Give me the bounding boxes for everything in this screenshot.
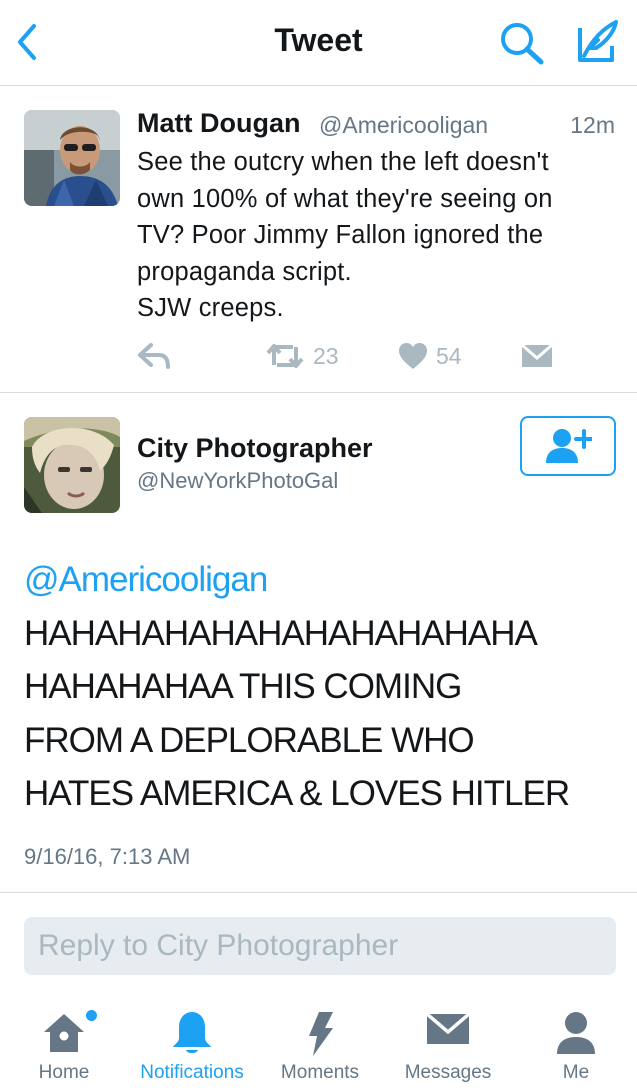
like-count: 54 (436, 342, 462, 369)
tweet-date: 9/16/16, 7:13 AM (24, 844, 191, 869)
tab-bar: Home Notifications Moments Messages Me (0, 1000, 637, 1092)
tab-label: Moments (280, 1062, 360, 1083)
tweet-body: HAHAHAHAHAHAHAHAHAHAHA HAHAHAHAA THIS CO… (24, 613, 570, 814)
envelope-icon (426, 1012, 470, 1044)
tab-messages[interactable]: Messages (394, 1000, 502, 1092)
retweet-button[interactable]: 23 (265, 336, 339, 376)
author-name[interactable]: City Photographer (137, 433, 373, 464)
search-button[interactable] (498, 20, 546, 66)
tab-label: Messages (404, 1062, 492, 1083)
author-name[interactable]: Matt Dougan (137, 108, 300, 139)
compose-button[interactable] (570, 18, 622, 66)
home-icon (44, 1014, 84, 1052)
mention-link[interactable]: @Americooligan (24, 553, 624, 607)
back-button[interactable] (8, 20, 48, 64)
heart-icon (399, 343, 427, 369)
like-button[interactable]: 54 (398, 336, 462, 376)
tweet-timestamp: 12m (570, 112, 615, 138)
direct-message-button[interactable] (521, 336, 553, 376)
author-handle[interactable]: @NewYorkPhotoGal (137, 468, 338, 494)
notification-dot (86, 1010, 97, 1021)
avatar[interactable] (24, 110, 120, 206)
search-icon (501, 23, 544, 65)
person-icon (557, 1012, 595, 1054)
parent-tweet[interactable]: Matt Dougan @Americooligan 12m See the o… (0, 86, 637, 393)
follow-button[interactable] (520, 416, 616, 476)
lightning-icon (309, 1012, 333, 1056)
tweet-actions: 23 54 (137, 336, 577, 376)
tweet-text: See the outcry when the left doesn't own… (137, 148, 553, 322)
retweet-count: 23 (313, 342, 339, 369)
tweet-text: @Americooligan HAHAHAHAHAHAHAHAHAHAHA HA… (24, 553, 624, 821)
tab-moments[interactable]: Moments (272, 1000, 368, 1092)
bell-icon (173, 1012, 211, 1053)
reply-button[interactable] (137, 336, 171, 376)
tab-label: Me (562, 1062, 590, 1083)
tab-label: Notifications (140, 1062, 244, 1083)
direct-message-icon (521, 343, 553, 367)
tab-label: Home (38, 1062, 90, 1083)
author-handle[interactable]: @Americooligan (319, 112, 488, 139)
tab-me[interactable]: Me (536, 1000, 616, 1092)
follow-user-icon (546, 429, 592, 463)
navigation-bar: Tweet (0, 0, 637, 86)
reply-icon (138, 343, 170, 369)
tab-notifications[interactable]: Notifications (128, 1000, 256, 1092)
reply-input[interactable]: Reply to City Photographer (24, 917, 616, 975)
reply-placeholder: Reply to City Photographer (38, 929, 399, 962)
chevron-left-icon (18, 24, 36, 60)
compose-quill-icon (578, 20, 618, 62)
focused-tweet: City Photographer @NewYorkPhotoGal @Amer… (0, 393, 637, 893)
retweet-icon (266, 344, 304, 368)
tab-home[interactable]: Home (22, 1000, 106, 1092)
avatar[interactable] (24, 417, 120, 513)
